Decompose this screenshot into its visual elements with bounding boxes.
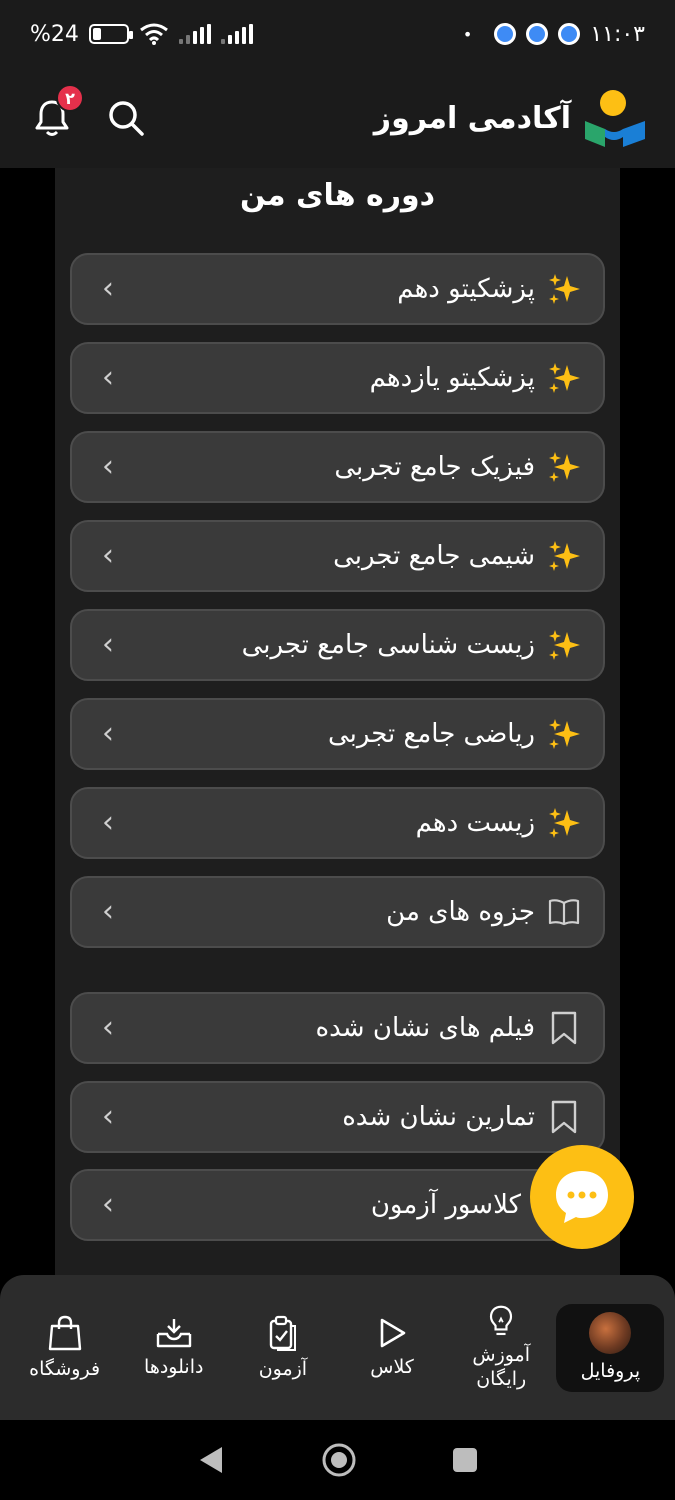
- sparkles-icon: [547, 628, 581, 662]
- bookmark-icon: [547, 1011, 581, 1045]
- search-button[interactable]: [102, 94, 150, 142]
- status-dot: •: [462, 24, 473, 44]
- wifi-icon: [139, 23, 168, 45]
- notification-badge: ۲: [56, 84, 84, 112]
- battery-icon: [88, 24, 133, 44]
- notification-app-icon: [494, 23, 517, 45]
- chevron-left-icon: ‹: [102, 1099, 114, 1134]
- course-item[interactable]: ‹ پزشکیتو یازدهم: [70, 342, 605, 414]
- signal-icon-2: [220, 24, 253, 44]
- exam-binder-item[interactable]: ‹ کلاسور آزمون: [70, 1169, 605, 1241]
- chat-support-button[interactable]: [530, 1145, 634, 1249]
- nav-label: دانلودها: [144, 1355, 204, 1378]
- clipboard-check-icon: [269, 1315, 296, 1351]
- course-item[interactable]: ‹ ریاضی جامع تجربی: [70, 698, 605, 770]
- nav-class[interactable]: کلاس: [338, 1304, 446, 1392]
- brand-name: آکادمی امروز: [373, 100, 571, 136]
- lightbulb-icon: [490, 1305, 513, 1335]
- my-notes-item[interactable]: ‹ جزوه های من: [70, 876, 605, 948]
- avatar: [589, 1311, 632, 1354]
- notification-app-icon: [558, 23, 581, 45]
- saved-label: کلاسور آزمون: [370, 1190, 521, 1220]
- saved-label: تمارین نشان شده: [342, 1102, 535, 1132]
- chevron-left-icon: ‹: [102, 627, 114, 662]
- nav-shop[interactable]: فروشگاه: [11, 1304, 119, 1392]
- course-label: شیمی جامع تجربی: [333, 541, 535, 571]
- recents-icon[interactable]: [452, 1447, 478, 1473]
- sparkles-icon: [547, 806, 581, 840]
- search-icon: [109, 101, 144, 136]
- nav-free-courses[interactable]: آموزش رایگان: [447, 1304, 555, 1392]
- course-label: زیست شناسی جامع تجربی: [241, 630, 535, 660]
- course-label: پزشکیتو یازدهم: [369, 363, 535, 393]
- header-actions: ۲: [28, 84, 150, 142]
- chevron-left-icon: ‹: [102, 1187, 114, 1222]
- chevron-left-icon: ‹: [102, 360, 114, 395]
- nav-label: آزمون: [258, 1357, 308, 1380]
- nav-label: فروشگاه: [29, 1357, 101, 1380]
- sparkles-icon: [547, 361, 581, 395]
- chevron-left-icon: ‹: [102, 805, 114, 840]
- chevron-left-icon: ‹: [102, 894, 114, 929]
- chevron-left-icon: ‹: [102, 449, 114, 484]
- course-label: پزشکیتو دهم: [397, 274, 535, 304]
- nav-label: آموزش رایگان: [472, 1344, 531, 1390]
- nav-profile[interactable]: پروفایل: [556, 1303, 665, 1392]
- shopping-bag-icon: [48, 1315, 81, 1350]
- course-label: زیست دهم: [415, 808, 535, 838]
- course-item[interactable]: ‹ شیمی جامع تجربی: [70, 520, 605, 592]
- notification-app-icon: [526, 23, 549, 45]
- book-icon: [547, 895, 581, 929]
- saved-label: فیلم های نشان شده: [315, 1013, 535, 1043]
- chevron-left-icon: ‹: [102, 1010, 114, 1045]
- back-icon[interactable]: [198, 1445, 226, 1475]
- app-header: ۲ آکادمی امروز: [0, 68, 675, 168]
- sparkles-icon: [547, 539, 581, 573]
- bookmark-icon: [547, 1100, 581, 1134]
- app-screen: %24 • ۱۱:۰۳ ۲ آکادمی امروز دوره های من ‹…: [0, 0, 675, 1500]
- course-label: فیزیک جامع تجربی: [334, 452, 535, 482]
- status-time: ۱۱:۰۳: [590, 21, 645, 47]
- system-navigation: [0, 1420, 675, 1500]
- signal-icon-1: [178, 24, 211, 44]
- battery-level: [92, 28, 101, 40]
- chevron-left-icon: ‹: [102, 271, 114, 306]
- course-item[interactable]: ‹ زیست شناسی جامع تجربی: [70, 609, 605, 681]
- sparkles-icon: [547, 450, 581, 484]
- nav-label: کلاس: [370, 1355, 414, 1378]
- bottom-navigation: پروفایل آموزش رایگان کلاس آزمون دانلودها…: [0, 1275, 675, 1420]
- chevron-left-icon: ‹: [102, 716, 114, 751]
- home-icon[interactable]: [321, 1442, 357, 1478]
- status-right: • ۱۱:۰۳: [463, 22, 645, 47]
- page-title: دوره های من: [239, 178, 436, 213]
- play-icon: [380, 1318, 406, 1347]
- chat-bubble-icon: [556, 1171, 608, 1223]
- download-tray-icon: [156, 1318, 191, 1347]
- nav-label: پروفایل: [580, 1359, 641, 1382]
- course-label: جزوه های من: [386, 897, 535, 927]
- chevron-left-icon: ‹: [102, 538, 114, 573]
- nav-downloads[interactable]: دانلودها: [120, 1304, 228, 1392]
- saved-exercises-item[interactable]: ‹ تمارین نشان شده: [70, 1081, 605, 1153]
- battery-percent: %24: [30, 21, 79, 47]
- course-item[interactable]: ‹ زیست دهم: [70, 787, 605, 859]
- status-bar: %24 • ۱۱:۰۳: [0, 0, 675, 68]
- course-label: ریاضی جامع تجربی: [327, 719, 535, 749]
- brand-logo: آکادمی امروز: [374, 87, 647, 149]
- nav-exam[interactable]: آزمون: [229, 1304, 337, 1392]
- saved-videos-item[interactable]: ‹ فیلم های نشان شده: [70, 992, 605, 1064]
- status-left: %24: [30, 22, 253, 47]
- sparkles-icon: [547, 717, 581, 751]
- sparkles-icon: [547, 272, 581, 306]
- logo-icon: [585, 90, 645, 147]
- course-item[interactable]: ‹ پزشکیتو دهم: [70, 253, 605, 325]
- notifications-button[interactable]: ۲: [28, 84, 84, 142]
- course-item[interactable]: ‹ فیزیک جامع تجربی: [70, 431, 605, 503]
